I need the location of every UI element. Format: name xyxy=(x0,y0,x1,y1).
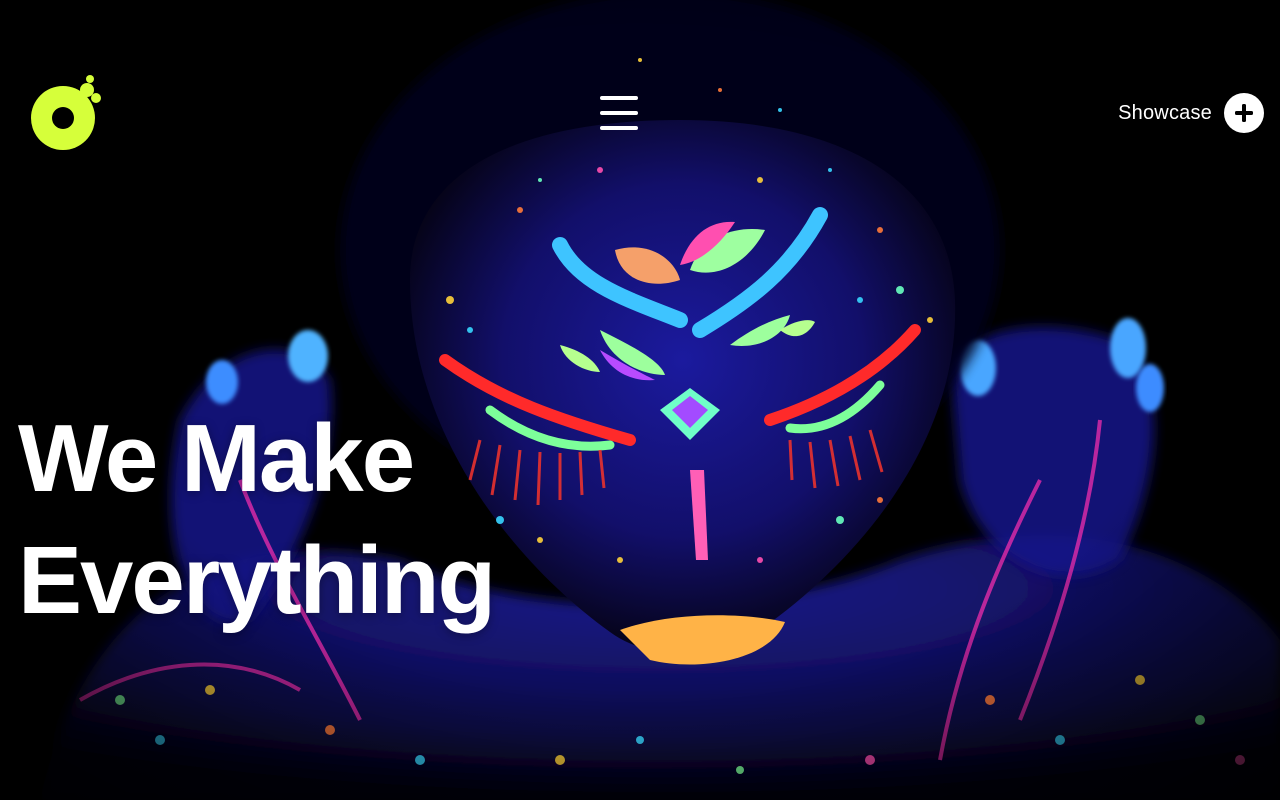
hamburger-menu-icon xyxy=(600,96,638,100)
hamburger-menu-icon-bar xyxy=(600,126,638,130)
hero-headline-line-1: We Make xyxy=(18,405,415,512)
showcase-button[interactable]: Showcase xyxy=(1118,93,1264,133)
hero-headline: We Make Everything xyxy=(18,398,496,642)
hero-section: Showcase We Make Everything xyxy=(0,0,1280,800)
brand-logo[interactable] xyxy=(30,74,102,152)
plus-icon xyxy=(1224,93,1264,133)
hamburger-menu-icon-bar xyxy=(600,111,638,115)
hero-headline-line-2: Everything xyxy=(18,527,496,634)
menu-button[interactable] xyxy=(598,94,640,132)
showcase-label: Showcase xyxy=(1118,101,1212,124)
dot-bubbles-logo-icon xyxy=(31,75,101,150)
